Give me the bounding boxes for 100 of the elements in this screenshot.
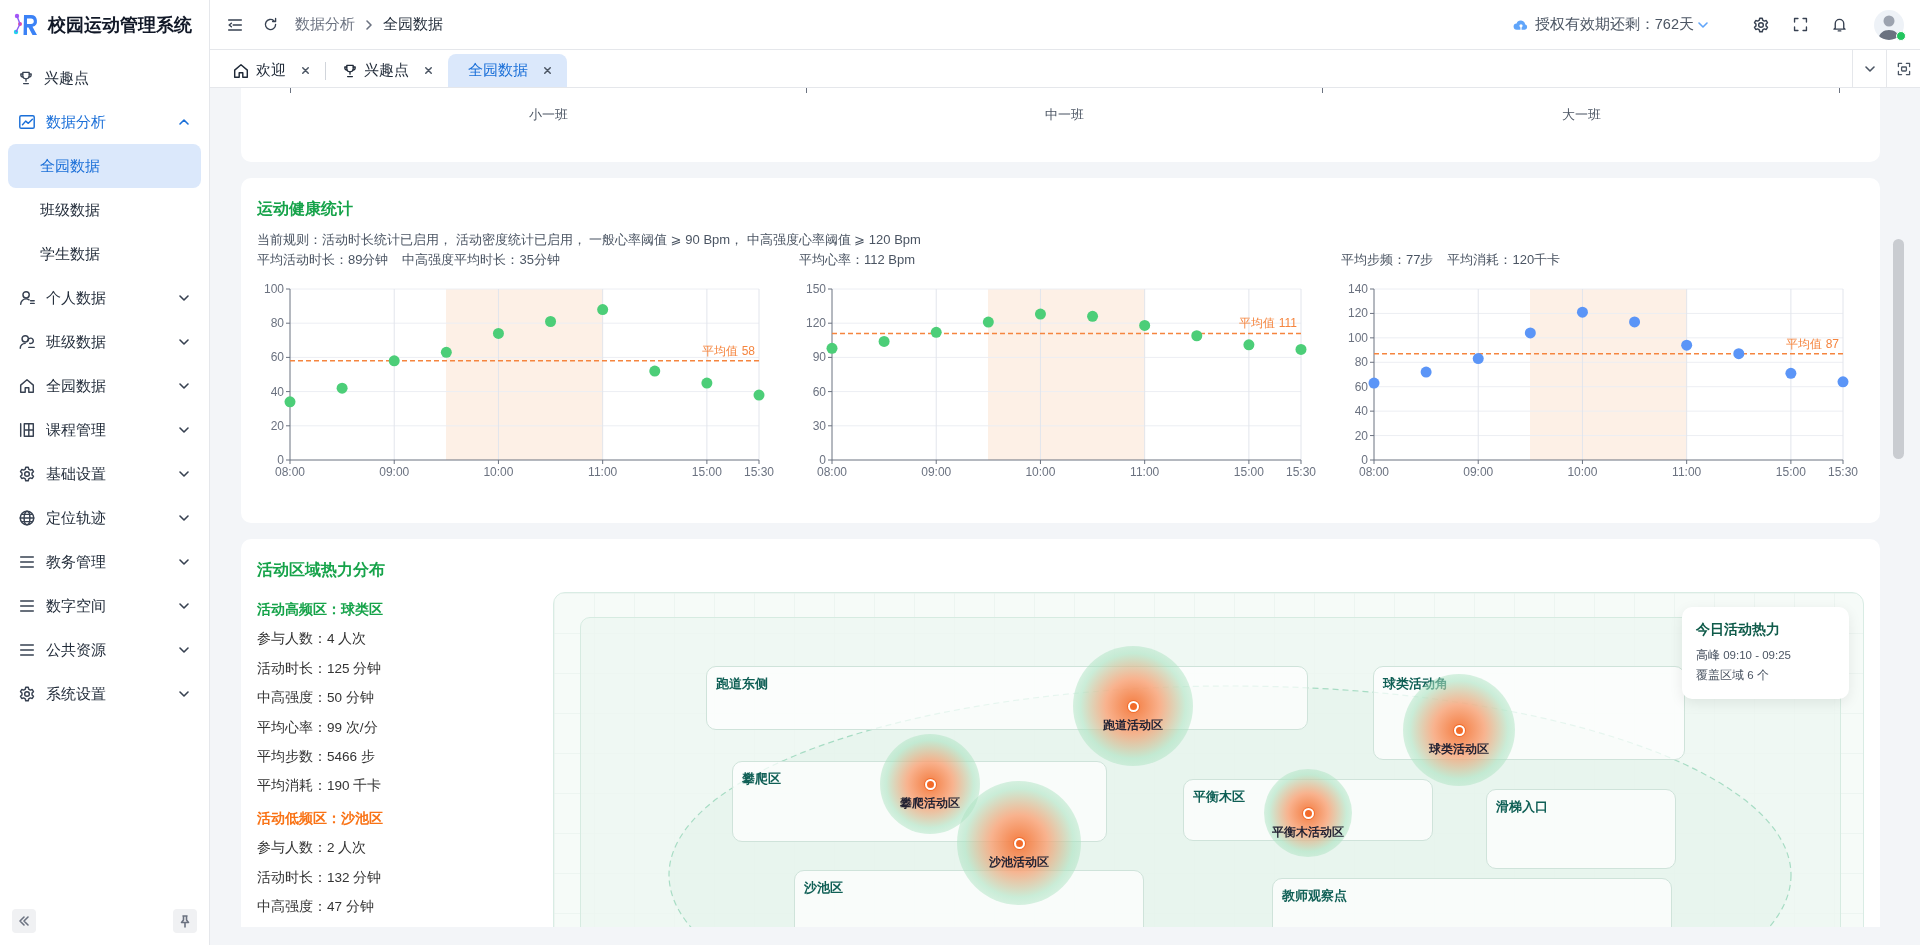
submenu-item[interactable]: 全园数据 [8, 144, 201, 188]
zone-heading: 活动低频区：沙池区 [257, 808, 384, 828]
stat-text: 平均心率：99 次/分 [257, 718, 379, 737]
close-icon[interactable] [423, 64, 434, 76]
person-icon [18, 289, 36, 307]
fullscreen-icon[interactable] [1792, 16, 1809, 33]
hotspot-marker[interactable] [1013, 837, 1025, 849]
zone-label: 滑梯入口 [1496, 799, 1548, 816]
zone-label: 跑道东侧 [716, 676, 768, 693]
axis-label: 30 [812, 418, 826, 433]
axis-label: 08:00 [1359, 465, 1389, 479]
stat-text: 活动时长：132 分钟 [257, 868, 383, 887]
card-title: 运动健康统计 [257, 199, 354, 219]
submenu-item[interactable]: 班级数据 [8, 188, 201, 232]
stat-text: 活动时长：125 分钟 [257, 659, 383, 678]
axis-label: 09:00 [1463, 465, 1494, 479]
menu-item[interactable]: 定位轨迹 [0, 496, 209, 540]
axis-label: 120 [1347, 306, 1368, 321]
zone-heading: 活动高频区：球类区 [257, 600, 384, 619]
license-text: 授权有效期还剩：762天 [1534, 15, 1694, 34]
refresh-icon[interactable] [262, 16, 279, 33]
menu-item[interactable]: 教务管理 [0, 540, 209, 584]
axis-label: 15:00 [1775, 465, 1806, 479]
tab[interactable]: 欢迎 [222, 54, 321, 87]
close-icon[interactable] [300, 64, 311, 76]
stat-text: 中高强度平均时长：35分钟 [402, 251, 560, 269]
menu-item[interactable]: 个人数据 [0, 276, 209, 320]
close-icon[interactable] [542, 64, 553, 76]
stat-text: 参与人数：2 人次 [257, 839, 368, 858]
hotspot-marker[interactable] [924, 778, 936, 790]
axis-label: 11:00 [588, 465, 618, 479]
home-icon [232, 61, 250, 80]
axis-label: 15:00 [1233, 465, 1264, 479]
card-title: 活动区域热力分布 [257, 560, 386, 580]
menu-item[interactable]: 系统设置 [0, 672, 209, 716]
hotspot-label: 球类活动区 [1429, 742, 1489, 757]
hotspot-label: 攀爬活动区 [900, 796, 960, 811]
trophy-icon [18, 70, 34, 86]
axis-label: 0 [819, 453, 826, 467]
stat-text: 中高强度：47 分钟 [257, 898, 375, 917]
pin-icon [178, 914, 192, 928]
submenu-item[interactable]: 学生数据 [8, 232, 201, 276]
stat-text: 平均步频：77步 [1341, 251, 1434, 269]
menu-icon [18, 553, 36, 571]
double-chevron-left-icon [17, 914, 31, 928]
menu-item[interactable]: 数字空间 [0, 584, 209, 628]
axis-label: 09:00 [379, 465, 410, 479]
menu-item[interactable]: 数据分析 [0, 100, 209, 144]
zone-label: 平衡木区 [1193, 789, 1245, 806]
columns-icon [18, 421, 36, 439]
menu-item[interactable]: 兴趣点 [0, 56, 209, 100]
menu-item[interactable]: 基础设置 [0, 452, 209, 496]
collapse-sidebar-button[interactable] [12, 909, 36, 933]
zone-label: 教师观察点 [1282, 888, 1347, 905]
stat-text: 平均消耗：190 千卡 [257, 777, 383, 796]
axis-label: 0 [277, 453, 284, 467]
axis-label: 40 [1354, 404, 1368, 419]
axis-label: 20 [1354, 428, 1368, 443]
axis-label: 09:00 [921, 465, 952, 479]
axis-label: 0 [1361, 453, 1368, 467]
hotspot-marker[interactable] [1302, 807, 1314, 819]
avatar[interactable] [1874, 9, 1904, 40]
tab[interactable]: 兴趣点 [332, 54, 444, 87]
axis-label: 40 [270, 384, 284, 399]
gear-icon [18, 685, 36, 703]
bell-icon[interactable] [1831, 16, 1848, 33]
menu-item[interactable]: 班级数据 [0, 320, 209, 364]
axis-label: 90 [812, 350, 826, 365]
menu-item[interactable]: 课程管理 [0, 408, 209, 452]
menu-item[interactable]: 公共资源 [0, 628, 209, 672]
axis-label: 10:00 [1567, 465, 1598, 479]
axis-label: 大一班 [1562, 107, 1602, 122]
hotspot-marker[interactable] [1453, 724, 1465, 736]
average-label: 平均值 87 [1786, 336, 1839, 351]
tab[interactable]: 全园数据 [448, 54, 567, 87]
axis-label: 140 [1347, 282, 1368, 296]
trophy-icon [342, 62, 358, 79]
pin-button[interactable] [173, 909, 197, 933]
axis-label: 60 [270, 350, 284, 365]
rules-text: 当前规则：活动时长统计已启用， 活动密度统计已启用， 一般心率阈值 ⩾ 90 Bpm， 中高强度心率阈值 ⩾ 120 Bpm [257, 231, 922, 249]
hotspot-marker[interactable] [1127, 700, 1139, 712]
summary-text: 高峰 09:10 - 09:25 [1696, 648, 1792, 663]
globe-icon [18, 509, 36, 527]
axis-label: 11:00 [1672, 465, 1702, 479]
hotspot-label: 平衡木活动区 [1272, 825, 1344, 840]
axis-label: 10:00 [1025, 465, 1056, 479]
people-icon [18, 333, 36, 351]
hotspot-label: 跑道活动区 [1103, 718, 1163, 733]
settings-icon[interactable] [1752, 15, 1770, 34]
breadcrumb-item: 全园数据 [383, 15, 443, 34]
axis-label: 08:00 [275, 465, 305, 479]
scrollbar-thumb[interactable] [1893, 239, 1904, 459]
breadcrumb-item[interactable]: 数据分析 [295, 15, 355, 34]
axis-label: 15:30 [1828, 465, 1858, 479]
axis-label: 60 [1354, 379, 1368, 394]
menu-icon [18, 641, 36, 659]
axis-label: 15:30 [1286, 465, 1316, 479]
stat-text: 平均步数：5466 步 [257, 748, 376, 767]
axis-label: 08:00 [817, 465, 847, 479]
menu-item[interactable]: 全园数据 [0, 364, 209, 408]
